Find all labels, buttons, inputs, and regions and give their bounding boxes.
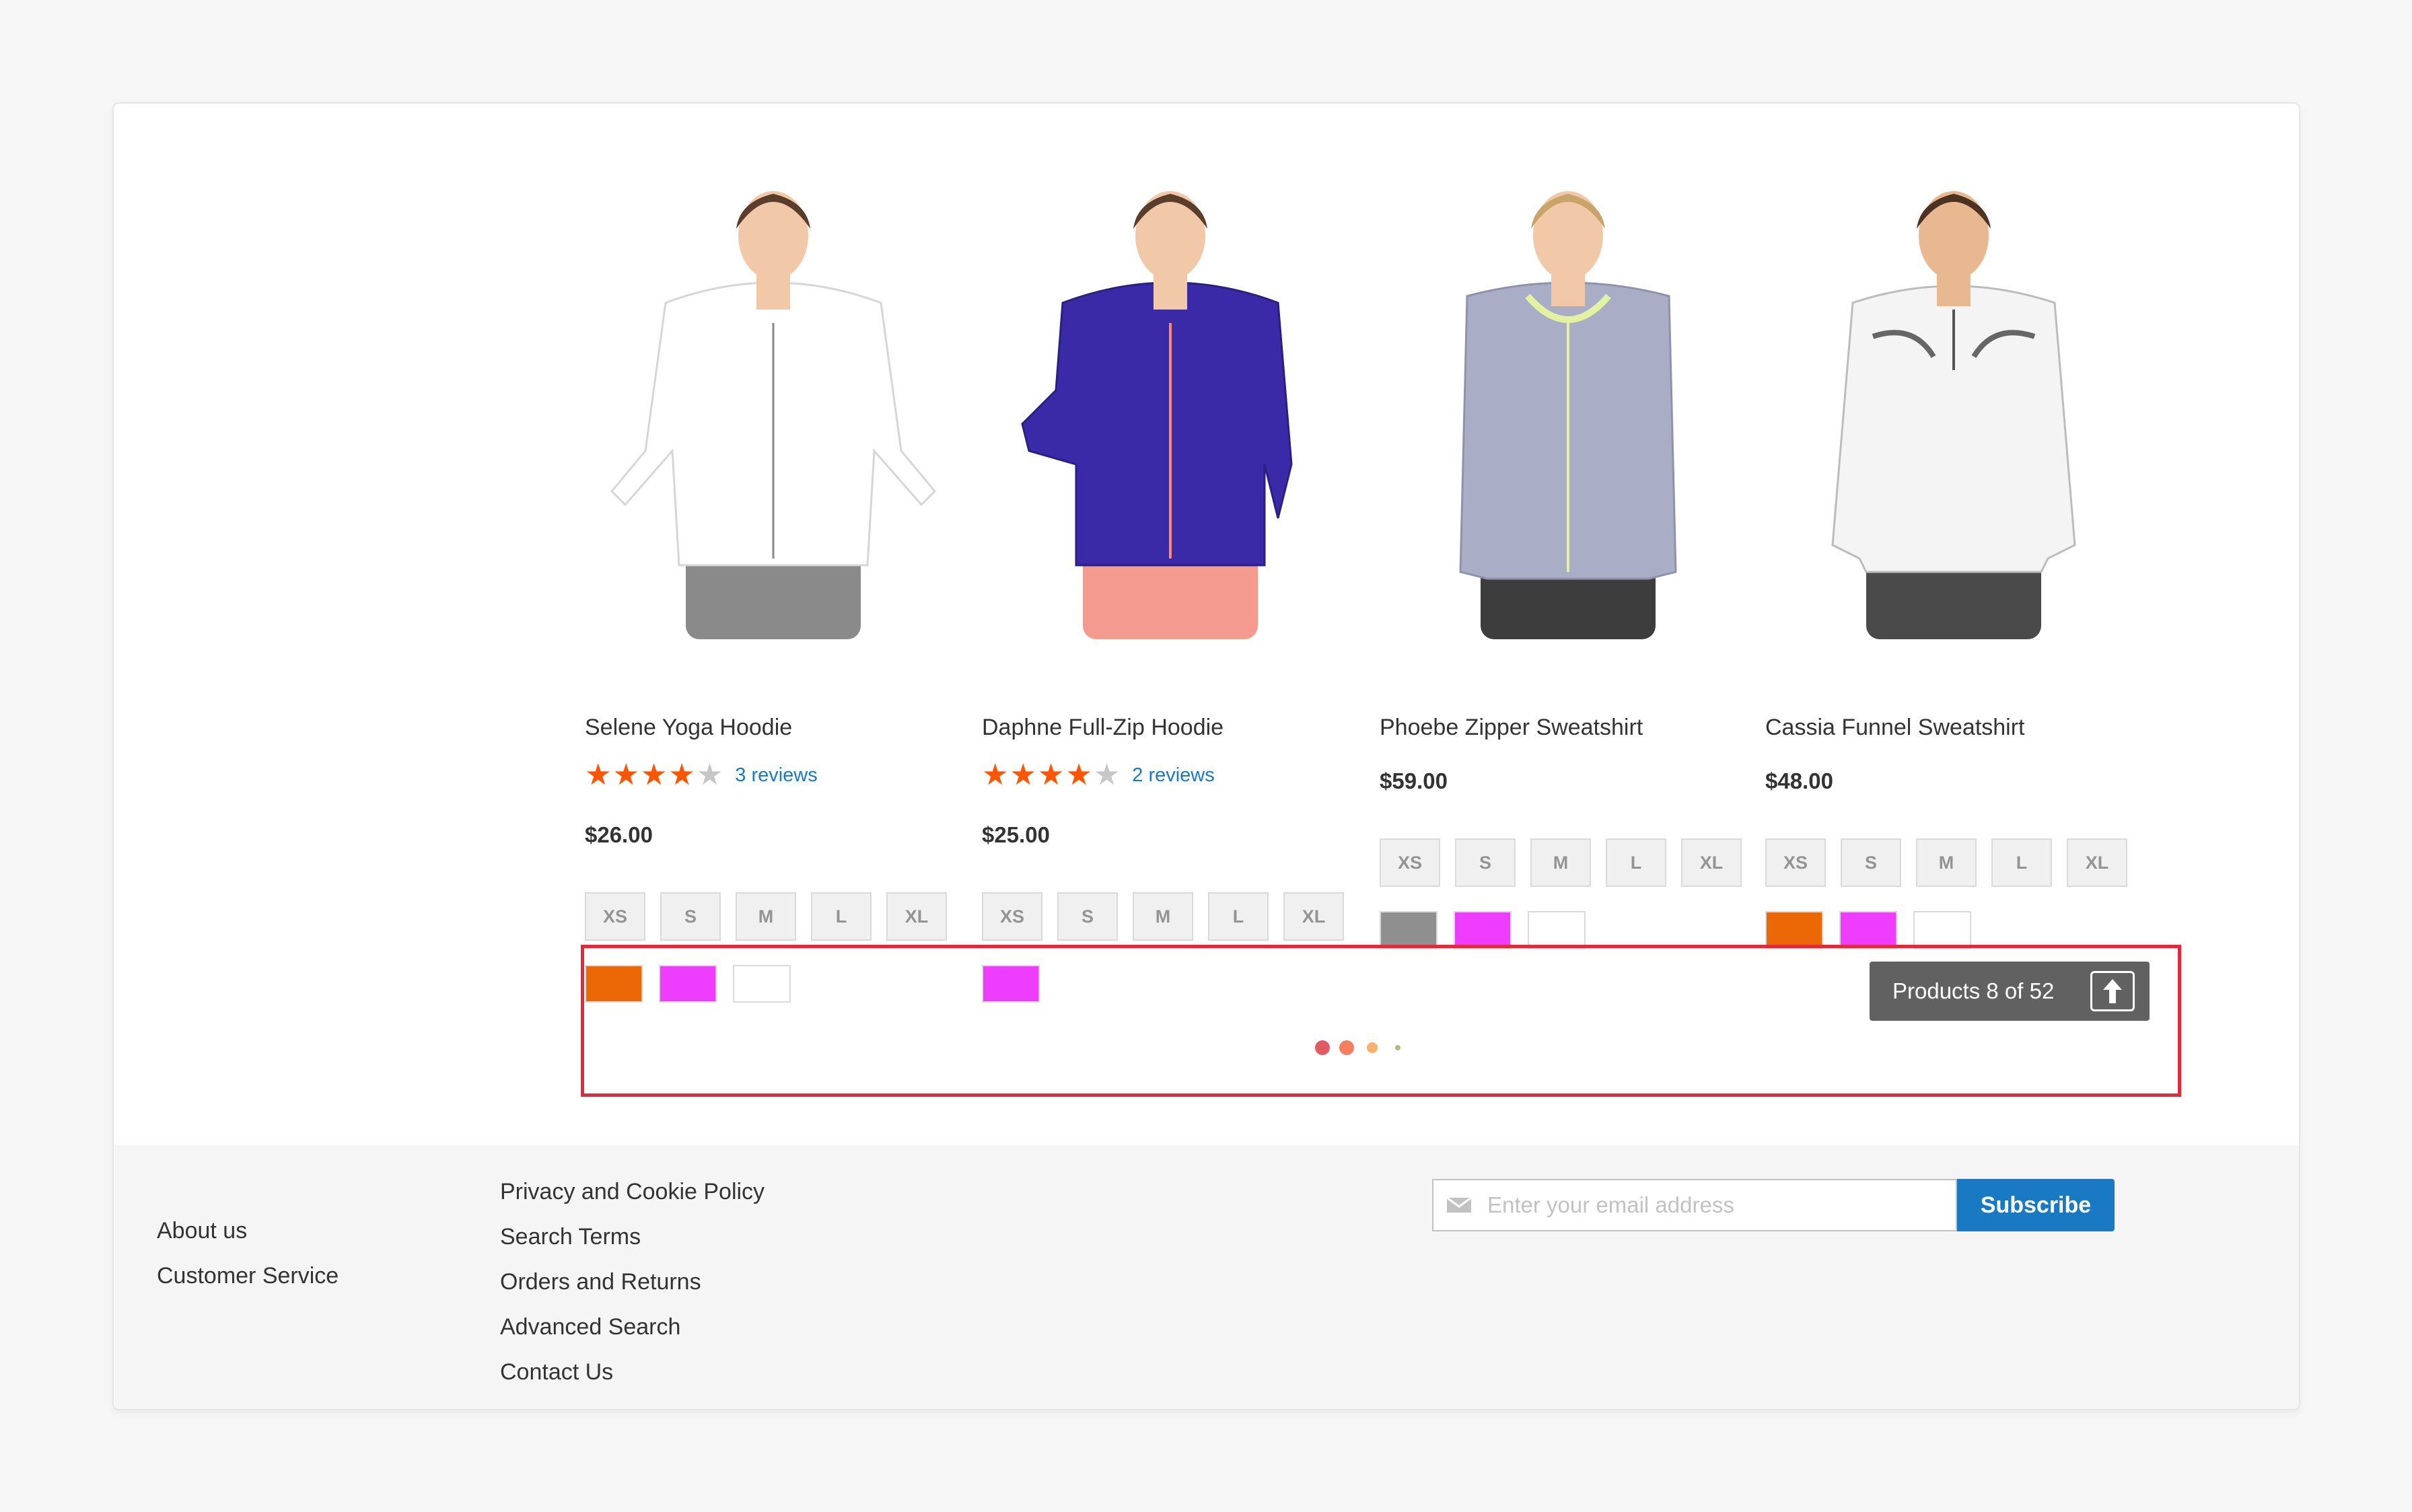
size-option-l[interactable]: L (1991, 838, 2052, 887)
footer-link-customer-service[interactable]: Customer Service (157, 1263, 339, 1289)
color-swatches (1380, 911, 1602, 949)
infinite-scroll-loader-highlight: Products 8 of 52 (581, 945, 2181, 1097)
envelope-icon (1446, 1196, 1472, 1213)
star-icon: ★ (668, 758, 695, 791)
newsletter-email-input[interactable] (1486, 1192, 1933, 1219)
size-option-xs[interactable]: XS (585, 892, 645, 941)
size-option-xl[interactable]: XL (2067, 838, 2127, 887)
product-image[interactable] (982, 168, 1359, 639)
loading-dots (1315, 1040, 1400, 1055)
product-price: $26.00 (585, 822, 653, 847)
product-name[interactable]: Phoebe Zipper Sweatshirt (1380, 715, 1643, 741)
size-option-m[interactable]: M (1530, 838, 1591, 887)
color-swatch[interactable] (1839, 911, 1897, 949)
size-option-xl[interactable]: XL (886, 892, 947, 941)
product-item-4[interactable]: Cassia Funnel Sweatshirt $48.00 XS S M L… (1765, 168, 2142, 949)
footer-link-search-terms[interactable]: Search Terms (500, 1224, 641, 1250)
page-card: Selene Yoga Hoodie ★ ★ ★ ★ ★ 3 reviews $… (112, 102, 2300, 1410)
product-item-3[interactable]: Phoebe Zipper Sweatshirt $59.00 XS S M L… (1380, 168, 1757, 949)
product-photo-figure (610, 191, 937, 639)
size-option-s[interactable]: S (1455, 838, 1516, 887)
product-rating: ★ ★ ★ ★ ★ 2 reviews (982, 760, 1215, 790)
star-icon: ★ (1009, 758, 1036, 791)
size-options: XS S M L XL (585, 892, 962, 941)
size-option-xs[interactable]: XS (982, 892, 1042, 941)
loading-dot (1367, 1042, 1378, 1053)
star-icon: ★ (1037, 758, 1065, 791)
products-counter: Products 8 of 52 (1870, 962, 2150, 1021)
size-option-xl[interactable]: XL (1283, 892, 1344, 941)
star-icon: ★ (585, 758, 612, 791)
size-option-s[interactable]: S (1057, 892, 1118, 941)
page-footer: About us Customer Service Privacy and Co… (114, 1145, 2299, 1409)
newsletter-form: Subscribe (1432, 1179, 2115, 1231)
product-price: $59.00 (1380, 768, 1448, 793)
footer-link-about[interactable]: About us (157, 1218, 247, 1244)
product-price: $25.00 (982, 822, 1050, 847)
size-option-l[interactable]: L (1606, 838, 1666, 887)
product-photo-figure (1021, 191, 1293, 639)
size-options: XS S M L XL (1765, 838, 2142, 887)
star-icon: ★ (640, 758, 668, 791)
size-option-xs[interactable]: XS (1380, 838, 1440, 887)
product-image[interactable] (1380, 168, 1757, 639)
size-option-m[interactable]: M (1133, 892, 1193, 941)
product-name[interactable]: Cassia Funnel Sweatshirt (1765, 715, 2025, 741)
size-option-xs[interactable]: XS (1765, 838, 1826, 887)
product-name[interactable]: Selene Yoga Hoodie (585, 715, 792, 741)
color-swatches (1765, 911, 1987, 949)
star-icon: ★ (1065, 758, 1092, 791)
size-option-s[interactable]: S (1841, 838, 1901, 887)
star-icon: ★ (612, 758, 639, 791)
loading-dot (1315, 1040, 1330, 1055)
reviews-link[interactable]: 3 reviews (735, 764, 818, 787)
color-swatch[interactable] (1454, 911, 1512, 949)
product-image[interactable] (585, 168, 962, 639)
footer-link-privacy[interactable]: Privacy and Cookie Policy (500, 1179, 765, 1205)
color-swatch[interactable] (1765, 911, 1823, 949)
size-option-s[interactable]: S (660, 892, 721, 941)
star-icon: ★ (982, 758, 1009, 791)
size-option-m[interactable]: M (1916, 838, 1977, 887)
product-price: $48.00 (1765, 768, 1833, 793)
size-options: XS S M L XL (1380, 838, 1757, 887)
product-item-1[interactable]: Selene Yoga Hoodie ★ ★ ★ ★ ★ 3 reviews $… (585, 168, 962, 1003)
size-option-l[interactable]: L (811, 892, 872, 941)
loading-dot (1395, 1045, 1400, 1050)
back-to-top-button[interactable] (2090, 971, 2135, 1011)
footer-link-contact[interactable]: Contact Us (500, 1359, 613, 1385)
rating-stars: ★ ★ ★ ★ ★ (585, 760, 724, 790)
color-swatch[interactable] (1380, 911, 1438, 949)
subscribe-button[interactable]: Subscribe (1957, 1179, 2115, 1231)
product-photo-figure (1459, 191, 1677, 639)
color-swatch[interactable] (1528, 911, 1586, 949)
loading-dot (1339, 1040, 1354, 1055)
product-photo-figure (1831, 191, 2076, 639)
product-item-2[interactable]: Daphne Full-Zip Hoodie ★ ★ ★ ★ ★ 2 revie… (982, 168, 1359, 1003)
product-image[interactable] (1765, 168, 2142, 639)
products-counter-text: Products 8 of 52 (1892, 978, 2055, 1003)
color-swatch[interactable] (1913, 911, 1971, 949)
size-option-xl[interactable]: XL (1681, 838, 1742, 887)
star-empty-icon: ★ (696, 758, 723, 791)
star-empty-icon: ★ (1093, 758, 1121, 791)
product-rating: ★ ★ ★ ★ ★ 3 reviews (585, 760, 818, 790)
newsletter-email-field[interactable] (1432, 1179, 1957, 1231)
size-option-l[interactable]: L (1208, 892, 1269, 941)
size-option-m[interactable]: M (736, 892, 796, 941)
product-name[interactable]: Daphne Full-Zip Hoodie (982, 715, 1223, 741)
footer-link-advanced-search[interactable]: Advanced Search (500, 1314, 680, 1340)
footer-link-orders-returns[interactable]: Orders and Returns (500, 1269, 701, 1295)
reviews-link[interactable]: 2 reviews (1132, 764, 1215, 787)
rating-stars: ★ ★ ★ ★ ★ (982, 760, 1121, 790)
size-options: XS S M L XL (982, 892, 1359, 941)
arrow-up-icon (2103, 979, 2122, 1003)
